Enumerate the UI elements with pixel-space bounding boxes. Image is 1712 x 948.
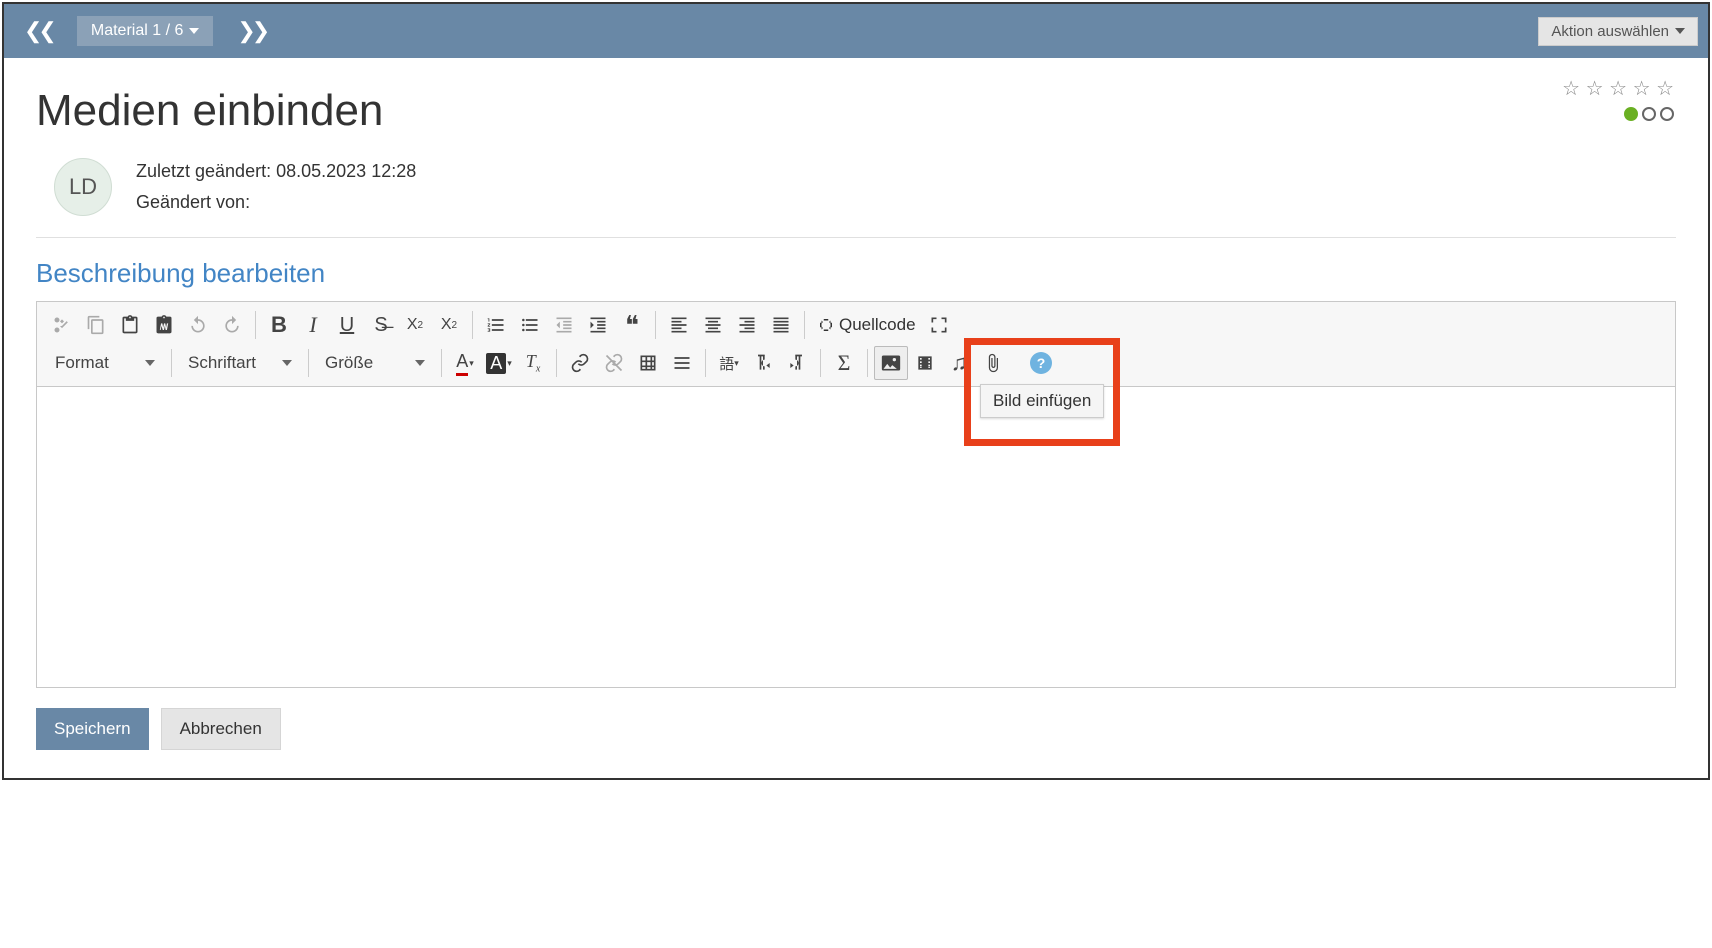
- action-dropdown[interactable]: Aktion auswählen: [1538, 17, 1698, 46]
- status-dot-active: [1624, 107, 1638, 121]
- help-icon[interactable]: ?: [1030, 352, 1052, 374]
- save-button[interactable]: Speichern: [36, 708, 149, 750]
- caret-down-icon: [189, 28, 199, 34]
- attachment-icon[interactable]: [976, 346, 1010, 380]
- rating-stars[interactable]: ☆ ☆ ☆ ☆ ☆: [1562, 76, 1674, 101]
- divider: [36, 237, 1676, 238]
- italic-icon[interactable]: I: [296, 308, 330, 342]
- status-dot: [1642, 107, 1656, 121]
- rich-text-editor: B I U S̶ X2 X2 ❝: [36, 301, 1676, 688]
- align-center-icon[interactable]: [696, 308, 730, 342]
- outdent-icon[interactable]: [547, 308, 581, 342]
- numbered-list-icon[interactable]: [479, 308, 513, 342]
- copy-icon[interactable]: [79, 308, 113, 342]
- subscript-icon[interactable]: X2: [398, 308, 432, 342]
- cancel-button[interactable]: Abbrechen: [161, 708, 281, 750]
- caret-down-icon: [1675, 28, 1685, 34]
- changed-by: Geändert von:: [136, 187, 416, 218]
- last-changed: Zuletzt geändert: 08.05.2023 12:28: [136, 156, 416, 187]
- font-dropdown[interactable]: Schriftart: [178, 349, 302, 377]
- link-icon[interactable]: [563, 346, 597, 380]
- hr-icon[interactable]: [665, 346, 699, 380]
- underline-icon[interactable]: U: [330, 308, 364, 342]
- format-dropdown[interactable]: Format: [45, 349, 165, 377]
- source-button[interactable]: Quellcode: [811, 313, 922, 337]
- align-right-icon[interactable]: [730, 308, 764, 342]
- align-left-icon[interactable]: [662, 308, 696, 342]
- action-label: Aktion auswählen: [1551, 23, 1669, 40]
- cut-icon[interactable]: [45, 308, 79, 342]
- paste-icon[interactable]: [113, 308, 147, 342]
- caret-down-icon: [282, 360, 292, 366]
- nav-first-icon[interactable]: ❮❮: [14, 18, 63, 44]
- table-icon[interactable]: [631, 346, 665, 380]
- image-icon[interactable]: [874, 346, 908, 380]
- image-tooltip: Bild einfügen: [980, 384, 1104, 418]
- text-color-icon[interactable]: A▾: [448, 346, 482, 380]
- video-icon[interactable]: [908, 346, 942, 380]
- redo-icon[interactable]: [215, 308, 249, 342]
- blockquote-icon[interactable]: ❝: [615, 308, 649, 342]
- paste-word-icon[interactable]: [147, 308, 181, 342]
- bg-color-icon[interactable]: A▾: [482, 346, 516, 380]
- language-icon[interactable]: 語▾: [712, 346, 746, 380]
- unlink-icon[interactable]: [597, 346, 631, 380]
- size-dropdown[interactable]: Größe: [315, 349, 435, 377]
- status-dot: [1660, 107, 1674, 121]
- maximize-icon[interactable]: [922, 308, 956, 342]
- editor-body[interactable]: [37, 387, 1675, 687]
- remove-format-icon[interactable]: Tx: [516, 346, 550, 380]
- align-justify-icon[interactable]: [764, 308, 798, 342]
- caret-down-icon: [415, 360, 425, 366]
- caret-down-icon: [145, 360, 155, 366]
- ltr-icon[interactable]: [746, 346, 780, 380]
- indent-icon[interactable]: [581, 308, 615, 342]
- math-icon[interactable]: Σ: [827, 346, 861, 380]
- avatar: LD: [54, 158, 112, 216]
- bullet-list-icon[interactable]: [513, 308, 547, 342]
- source-label: Quellcode: [839, 315, 916, 335]
- material-dropdown[interactable]: Material 1 / 6: [77, 16, 213, 46]
- rtl-icon[interactable]: [780, 346, 814, 380]
- strikethrough-icon[interactable]: S̶: [364, 308, 398, 342]
- avatar-initials: LD: [69, 174, 97, 200]
- audio-icon[interactable]: ♫: [942, 346, 976, 380]
- nav-last-icon[interactable]: ❯❯: [227, 18, 276, 44]
- undo-icon[interactable]: [181, 308, 215, 342]
- topbar: ❮❮ Material 1 / 6 ❯❯ Aktion auswählen: [4, 4, 1708, 58]
- editor-toolbar: B I U S̶ X2 X2 ❝: [37, 302, 1675, 387]
- status-dots: [1562, 107, 1674, 121]
- material-label: Material 1 / 6: [91, 22, 183, 40]
- superscript-icon[interactable]: X2: [432, 308, 466, 342]
- bold-icon[interactable]: B: [262, 308, 296, 342]
- page-title: Medien einbinden: [36, 86, 1676, 136]
- section-heading[interactable]: Beschreibung bearbeiten: [36, 258, 1676, 289]
